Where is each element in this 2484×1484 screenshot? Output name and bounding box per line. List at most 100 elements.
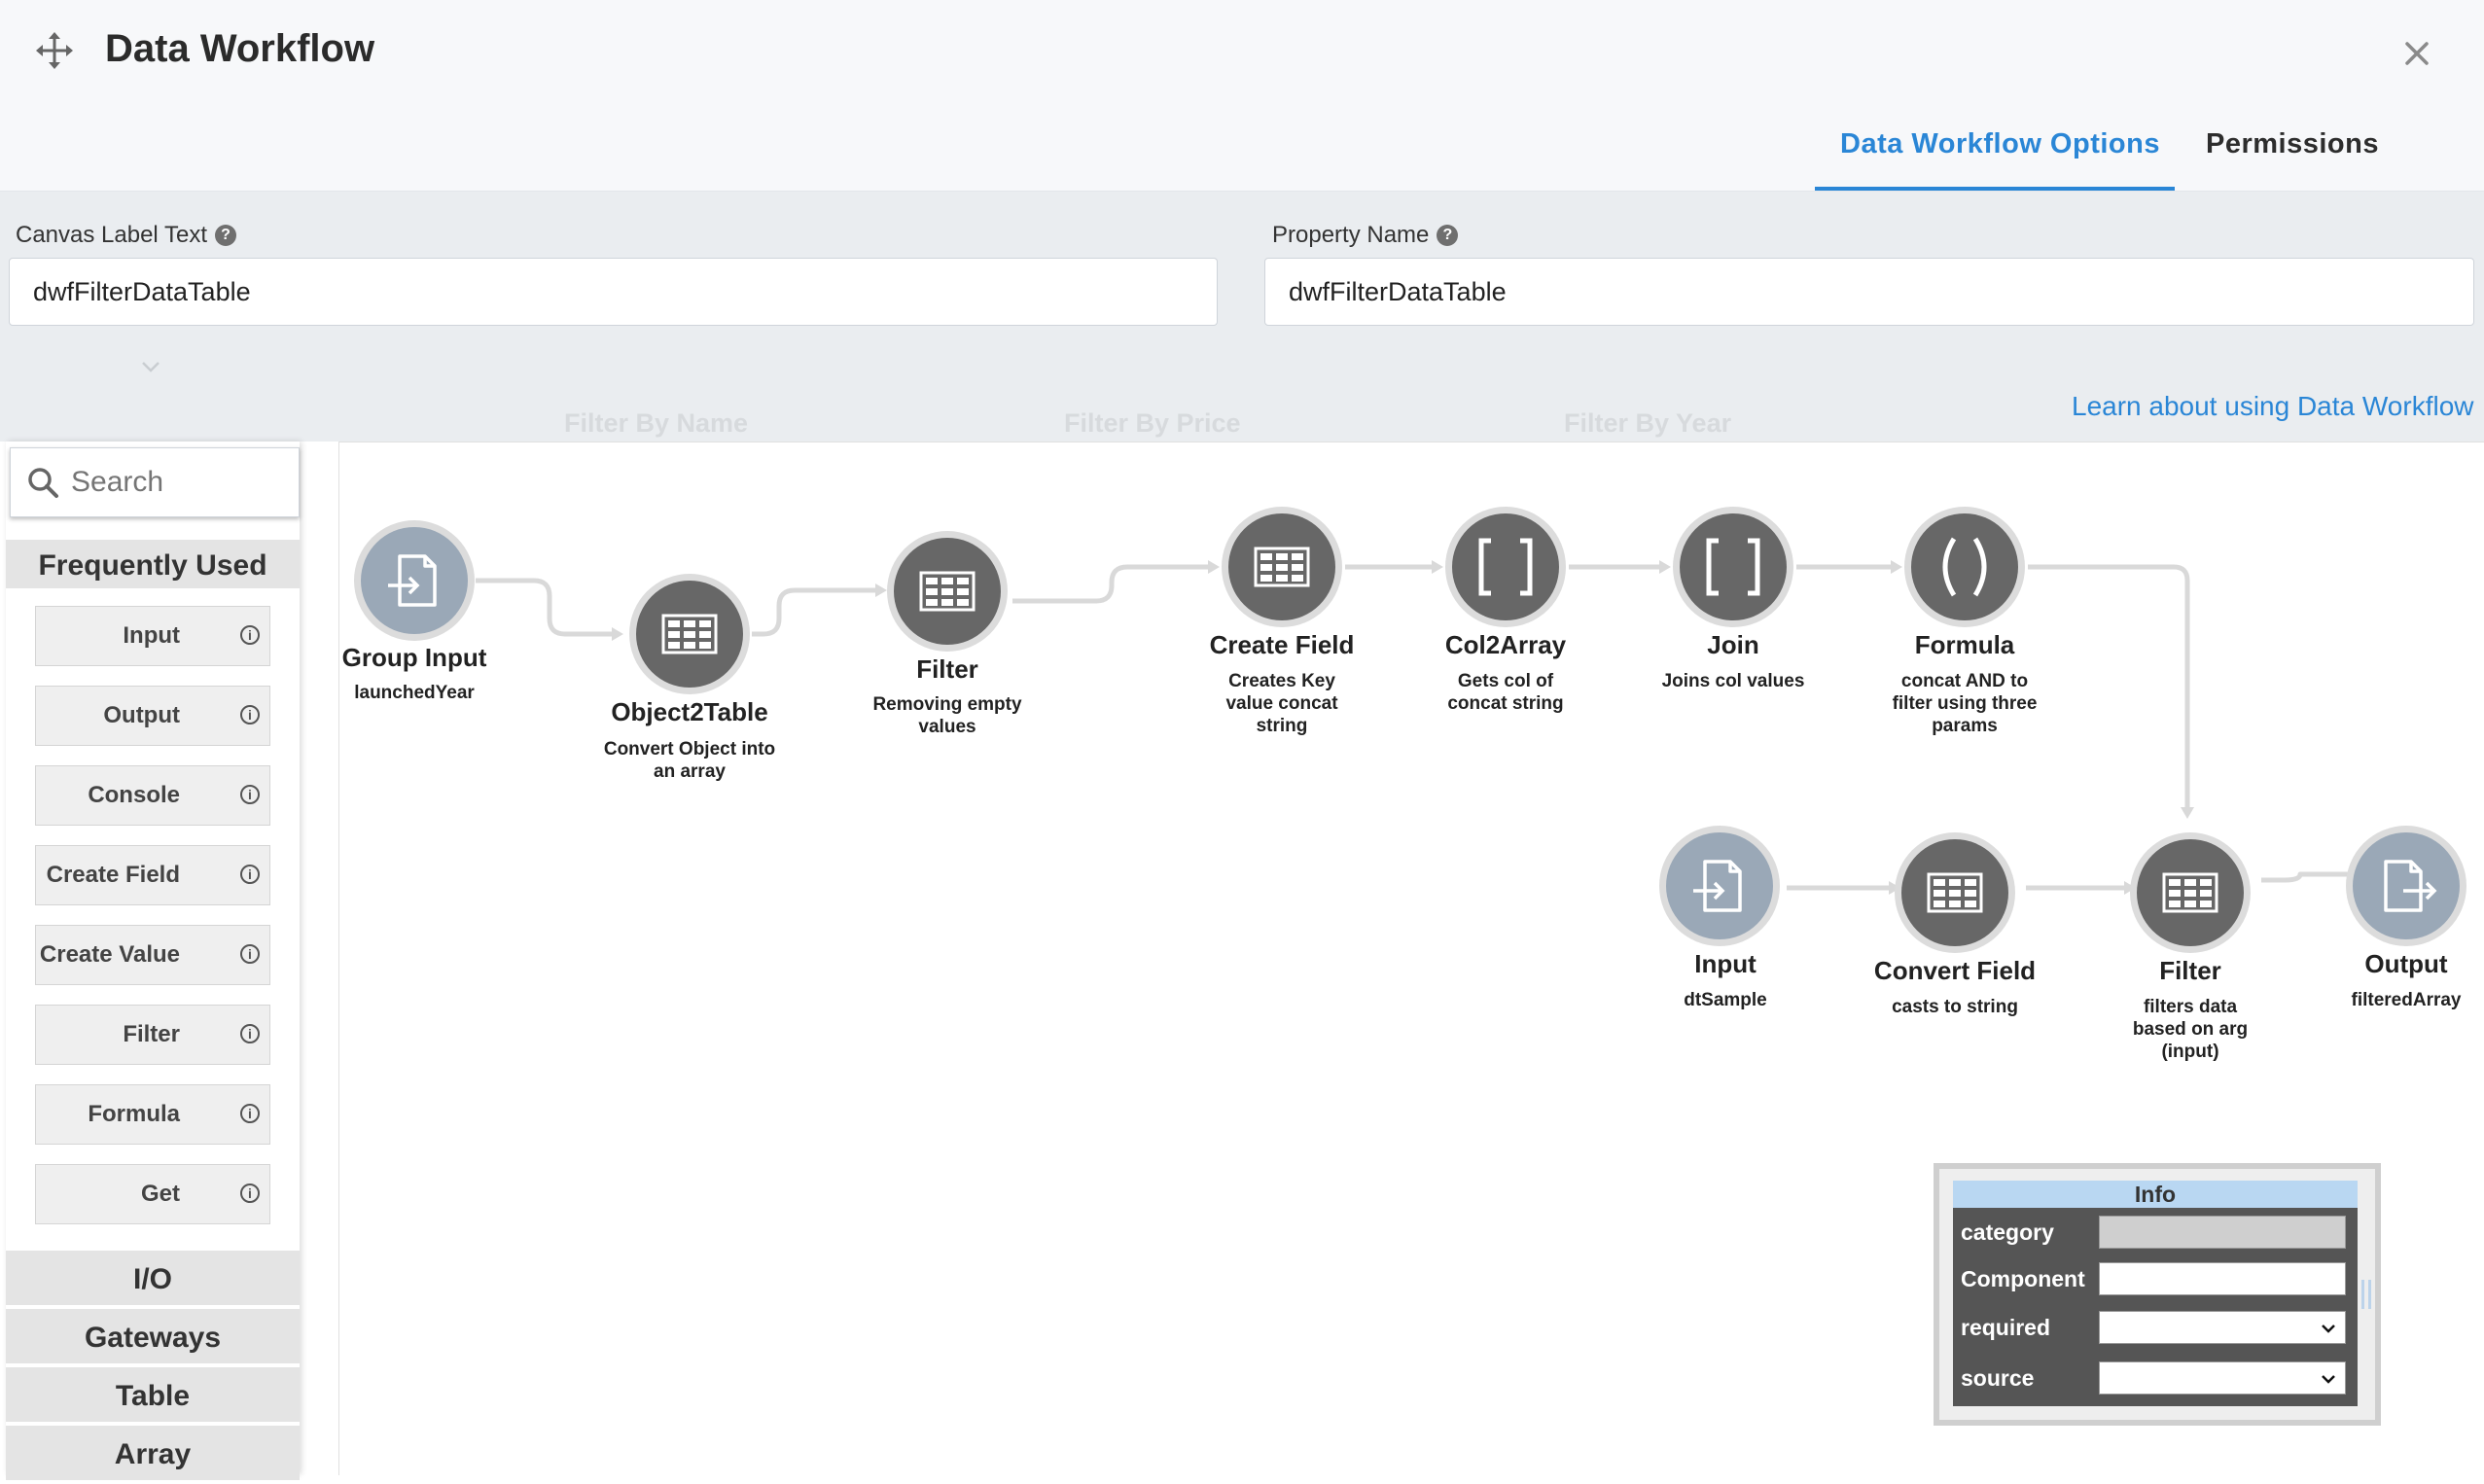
info-icon[interactable]: i [240,785,260,804]
info-icon[interactable]: i [240,625,260,645]
palette-search[interactable] [10,447,300,517]
palette-item-create-value[interactable]: Create Value i [35,925,270,985]
edge-arrow [875,583,887,597]
node-join[interactable] [1680,513,1787,620]
node-create-field[interactable] [1228,513,1335,620]
node-title: Output [2364,949,2448,978]
node-title: Col2Array [1444,630,1567,659]
info-icon[interactable]: i [240,865,260,884]
brackets-icon [1478,538,1533,596]
edge-arrow [2181,807,2194,819]
edge [476,578,619,637]
palette-item-formula[interactable]: Formula i [35,1084,270,1145]
node-subtitle: Joins col values [1661,671,1805,691]
close-icon[interactable] [2393,29,2441,78]
node-subtitle: casts to string [1892,997,2018,1017]
output-file-icon [2384,860,2437,912]
help-icon[interactable]: ? [1437,225,1459,246]
background-ghost-label: Filter By Name [564,408,749,438]
chevron-down-icon [142,362,160,372]
node-output[interactable] [2353,832,2460,939]
info-icon[interactable]: i [240,705,260,724]
node-subtitle: Gets col of concat string [1447,671,1564,714]
palette-item-console[interactable]: Console i [35,765,270,826]
node-title: Filter [916,654,978,684]
edge-arrow [1432,560,1443,574]
edge-arrow [2124,881,2136,895]
node-object2table[interactable] [636,581,743,688]
category-field [2099,1216,2346,1249]
search-input[interactable] [69,448,292,516]
required-select[interactable] [2099,1311,2346,1344]
tab-data-workflow-options[interactable]: Data Workflow Options [1840,128,2160,160]
background-ghost-label: Filter By Price [1064,408,1241,438]
node-title: Convert Field [1873,956,2037,985]
node-title: Formula [1914,630,2015,659]
node-title: Filter [2159,956,2221,985]
node-title: Create Field [1209,630,1355,659]
edge [752,587,882,637]
tab-permissions[interactable]: Permissions [2206,128,2379,160]
node-formula[interactable] [1911,513,2018,620]
edge-arrow [1891,560,1902,574]
info-icon[interactable]: i [240,944,260,964]
input-file-icon [388,554,437,607]
component-field[interactable] [2099,1262,2346,1295]
info-panel-body: Info category Component required source [1953,1181,2358,1406]
table-icon [1254,547,1310,587]
active-tab-indicator [1815,187,2175,191]
node-subtitle: Convert Object into an array [603,739,776,782]
property-name-label: Property Name ? [1272,222,1459,249]
info-icon[interactable]: i [240,1024,260,1043]
palette-item-filter[interactable]: Filter i [35,1005,270,1065]
node-subtitle: Creates Key value concat string [1225,671,1338,736]
source-select[interactable] [2099,1361,2346,1395]
info-icon[interactable]: i [240,1104,260,1123]
node-subtitle: launchedYear [354,683,475,703]
info-label-category: category [1961,1219,2054,1245]
edge [2261,871,2362,883]
node-title: Input [1694,949,1757,978]
palette-item-output[interactable]: Output i [35,686,270,746]
node-subtitle: concat AND to filter using three params [1892,671,2038,736]
palette-item-create-field[interactable]: Create Field i [35,845,270,905]
resize-grip[interactable] [2361,1280,2371,1309]
move-icon[interactable] [35,31,74,70]
canvas-label-text-input[interactable] [9,258,1218,326]
node-col2array[interactable] [1452,513,1559,620]
section-array[interactable]: Array [6,1426,300,1484]
edge-arrow [1208,560,1220,574]
node-group-input[interactable] [361,527,468,634]
node-filter[interactable] [2137,839,2244,946]
chevron-down-icon [2322,1325,2335,1333]
property-name-input[interactable] [1264,258,2474,326]
node-subtitle: Removing empty values [872,694,1022,737]
background-ghost-label: Filter By Year [1564,408,1732,438]
node-input[interactable] [1666,832,1773,939]
node-convert-field[interactable] [1901,839,2008,946]
info-panel: Info category Component required source [1934,1163,2381,1426]
help-icon[interactable]: ? [215,225,237,246]
section-gateways[interactable]: Gateways [6,1309,300,1367]
input-file-icon [1693,860,1742,912]
section-frequently-used[interactable]: Frequently Used [6,540,300,592]
palette-item-input[interactable]: Input i [35,606,270,666]
edge-arrow [1889,881,1900,895]
node-subtitle: dtSample [1684,990,1767,1010]
info-label-component: Component [1961,1266,2085,1291]
node-title: Object2Table [611,697,768,726]
table-icon [661,614,718,654]
learn-data-workflow-link[interactable]: Learn about using Data Workflow [2072,391,2474,422]
info-icon[interactable]: i [240,1184,260,1203]
dialog-title: Data Workflow [105,27,375,70]
info-label-required: required [1961,1315,2051,1340]
table-icon [1927,872,1983,913]
node-filter[interactable] [894,538,1001,645]
palette-item-get[interactable]: Get i [35,1164,270,1224]
node-title: Join [1707,630,1759,659]
chevron-down-icon [2322,1375,2335,1384]
section-table[interactable]: Table [6,1367,300,1426]
canvas-label-text-label: Canvas Label Text ? [16,222,237,249]
section-io[interactable]: I/O [6,1251,300,1309]
edge-arrow [612,627,623,641]
